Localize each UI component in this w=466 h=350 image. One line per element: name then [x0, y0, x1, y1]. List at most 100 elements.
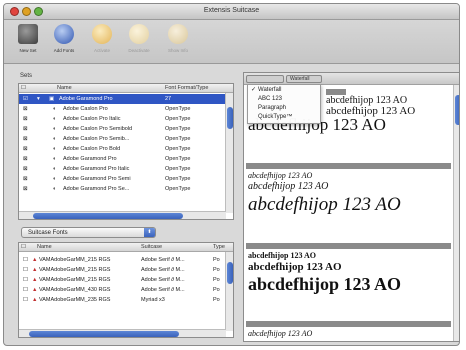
chevron-down-icon: ⬍	[144, 228, 155, 237]
activation-box[interactable]: ⊠	[23, 136, 28, 142]
set-folder-icon: ▣	[49, 96, 55, 102]
font-row[interactable]: ⊠ ◐ Adobe Caslon Pro Semib... OpenType	[19, 134, 233, 144]
font-file-type: Po	[213, 267, 220, 273]
show-info-button[interactable]: Show Info	[160, 24, 196, 60]
suitcase-column-header[interactable]: Suitcase	[141, 244, 162, 250]
menu-item-waterfall[interactable]: ✓ Waterfall	[248, 86, 320, 95]
fonts-horizontal-scroll-thumb[interactable]	[29, 331, 179, 337]
opentype-font-icon: ◐	[53, 166, 57, 172]
type-column-header[interactable]: Type	[213, 244, 225, 250]
menu-item-quicktype[interactable]: QuickType™	[248, 113, 320, 122]
font-file-name: VAMAdobeGarMM_215 RGS	[39, 257, 111, 263]
font-file-row[interactable]: ☐ ▲ VAMAdobeGarMM_215 RGS Adobe Serif ∂ …	[19, 255, 233, 265]
font-file-suitcase: Adobe Serif ∂ M...	[141, 277, 185, 283]
column-toggle[interactable]: ☐	[21, 85, 26, 91]
font-source-popup[interactable]: Suitcase Fonts ⬍	[21, 227, 156, 238]
sets-vertical-scrollbar[interactable]	[225, 93, 233, 213]
font-file-name: VAMAdobeGarMM_215 RGS	[39, 277, 111, 283]
sample-line-small: abcdefhijop 123 AO	[248, 329, 313, 338]
preview-vertical-scroll-thumb[interactable]	[455, 95, 459, 125]
font-name: Adobe Caslon Pro Semib...	[63, 136, 130, 142]
suitcase-fonts-pane: ☐ Name Suitcase Type ☐ ▲ VAMAdobeGarMM_2…	[18, 242, 234, 338]
font-file-icon: ▲	[32, 257, 38, 263]
activation-box[interactable]: ☐	[23, 297, 28, 303]
activation-box[interactable]: ☐	[23, 267, 28, 273]
font-row[interactable]: ⊠ ◐ Adobe Garamond Pro Italic OpenType	[19, 164, 233, 174]
deactivate-label: Deactivate	[128, 48, 150, 53]
sets-horizontal-scrollbar[interactable]	[19, 211, 226, 219]
sets-label: Sets	[20, 73, 33, 79]
font-name: Adobe Caslon Pro Semibold	[63, 126, 133, 132]
add-fonts-icon	[54, 24, 74, 44]
sample-header	[246, 243, 451, 249]
font-file-row[interactable]: ☐ ▲ VAMAdobeGarMM_235 RGS Myriad x3 Po	[19, 295, 233, 305]
name-column-header[interactable]: Name	[57, 85, 72, 91]
activate-button[interactable]: Activate	[84, 24, 120, 60]
menu-item-paragraph[interactable]: Paragraph	[248, 104, 320, 113]
activation-box[interactable]: ⊠	[23, 106, 28, 112]
fonts-horizontal-scrollbar[interactable]	[19, 329, 226, 337]
preview-mode-select[interactable]: Waterfall	[286, 75, 322, 83]
set-row[interactable]: ☑ ▾ ▣ Adobe Garamond Pro 27	[19, 94, 233, 104]
column-toggle[interactable]: ☐	[21, 244, 26, 250]
activation-box[interactable]: ⊠	[23, 156, 28, 162]
fonts-vertical-scroll-thumb[interactable]	[227, 262, 233, 284]
preview-vertical-scrollbar[interactable]	[453, 85, 459, 341]
opentype-font-icon: ◐	[53, 176, 57, 182]
font-file-row[interactable]: ☐ ▲ VAMAdobeGarMM_215 RGS Adobe Serif ∂ …	[19, 265, 233, 275]
name-column-header[interactable]: Name	[37, 244, 52, 250]
menu-item-abc-123[interactable]: ABC 123	[248, 95, 320, 104]
add-fonts-button[interactable]: Add Fonts	[46, 24, 82, 60]
deactivate-icon	[129, 24, 149, 44]
font-source-value: Suitcase Fonts	[28, 230, 68, 236]
font-row[interactable]: ⊠ ◐ Adobe Caslon Pro Italic OpenType	[19, 114, 233, 124]
font-file-row[interactable]: ☐ ▲ VAMAdobeGarMM_215 RGS Adobe Serif ∂ …	[19, 275, 233, 285]
sample-header	[246, 163, 451, 169]
sets-pane: ☐ Name Font Format/Type ☑ ▾ ▣ Adobe Gara…	[18, 83, 234, 220]
font-type: OpenType	[165, 176, 191, 182]
activation-box[interactable]: ⊠	[23, 166, 28, 172]
menu-item-label: QuickType™	[258, 114, 293, 120]
font-file-row[interactable]: ☐ ▲ VAMAdobeGarMM_430 RGS Adobe Serif ∂ …	[19, 285, 233, 295]
disclosure-triangle-icon[interactable]: ▾	[37, 96, 40, 102]
fonts-column-header: ☐ Name Suitcase Type	[19, 243, 233, 252]
font-row[interactable]: ⊠ ◐ Adobe Caslon Pro Bold OpenType	[19, 144, 233, 154]
activation-box[interactable]: ☐	[23, 287, 28, 293]
opentype-font-icon: ◐	[53, 106, 57, 112]
font-file-suitcase: Adobe Serif ∂ M...	[141, 257, 185, 263]
new-set-button[interactable]: New Set	[10, 24, 46, 60]
set-name: Adobe Garamond Pro	[59, 96, 113, 102]
activation-box[interactable]: ☑	[23, 96, 28, 102]
font-type: OpenType	[165, 126, 191, 132]
font-row[interactable]: ⊠ ◐ Adobe Caslon Pro OpenType	[19, 104, 233, 114]
font-file-icon: ▲	[32, 277, 38, 283]
activation-box[interactable]: ☐	[23, 277, 28, 283]
opentype-font-icon: ◐	[53, 116, 57, 122]
sample-line-small: abcdefhijop 123 AO	[248, 251, 317, 260]
sets-vertical-scroll-thumb[interactable]	[227, 107, 233, 129]
sets-horizontal-scroll-thumb[interactable]	[33, 213, 183, 219]
info-icon	[168, 24, 188, 44]
app-window: Extensis Suitcase New Set Add Fonts Acti…	[3, 3, 460, 346]
sample-line-large: abcdefhijop 123 AO	[248, 194, 401, 215]
activation-box[interactable]: ⊠	[23, 176, 28, 182]
activation-box[interactable]: ⊠	[23, 186, 28, 192]
font-row[interactable]: ⊠ ◐ Adobe Caslon Pro Semibold OpenType	[19, 124, 233, 134]
font-row[interactable]: ⊠ ◐ Adobe Garamond Pro Se... OpenType	[19, 184, 233, 194]
sample-line-medium: abcdefhijop 123 AO	[248, 261, 342, 273]
fonts-vertical-scrollbar[interactable]	[225, 252, 233, 331]
activate-icon	[92, 24, 112, 44]
activation-box[interactable]: ☐	[23, 257, 28, 263]
preview-size-field[interactable]	[246, 75, 284, 83]
font-row[interactable]: ⊠ ◐ Adobe Garamond Pro OpenType	[19, 154, 233, 164]
font-row[interactable]: ⊠ ◐ Adobe Garamond Pro Semi OpenType	[19, 174, 233, 184]
opentype-font-icon: ◐	[53, 126, 57, 132]
add-fonts-label: Add Fonts	[53, 48, 75, 53]
activation-box[interactable]: ⊠	[23, 126, 28, 132]
toolbar: New Set Add Fonts Activate Deactivate Sh…	[4, 20, 459, 64]
activation-box[interactable]: ⊠	[23, 116, 28, 122]
set-count: 27	[165, 96, 172, 102]
deactivate-button[interactable]: Deactivate	[121, 24, 157, 60]
activation-box[interactable]: ⊠	[23, 146, 28, 152]
type-column-header[interactable]: Font Format/Type	[165, 85, 208, 91]
